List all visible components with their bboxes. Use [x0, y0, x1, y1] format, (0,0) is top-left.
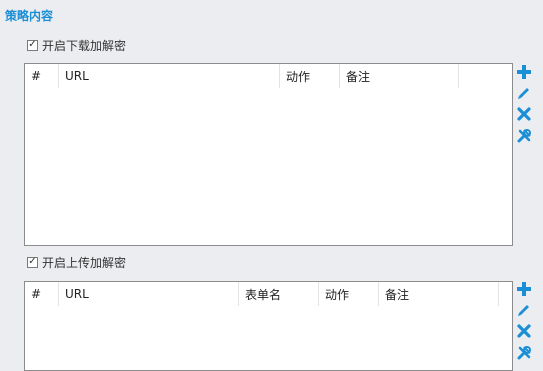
col-spacer — [459, 64, 512, 88]
download-encrypt-label: 开启下载加解密 — [42, 38, 127, 53]
col-form-name[interactable]: 表单名 — [239, 282, 319, 306]
add-icon[interactable] — [516, 64, 532, 80]
upload-encrypt-checkbox-row[interactable]: ✓ 开启上传加解密 — [27, 254, 126, 270]
download-table: # URL 动作 备注 — [24, 63, 513, 246]
col-note[interactable]: 备注 — [340, 64, 459, 88]
col-index[interactable]: # — [25, 282, 59, 306]
col-action[interactable]: 动作 — [280, 64, 340, 88]
col-index[interactable]: # — [25, 64, 59, 88]
col-spacer — [499, 282, 512, 306]
download-encrypt-checkbox[interactable]: ✓ — [27, 39, 38, 51]
settings-icon[interactable] — [516, 127, 532, 143]
download-toolbar — [516, 64, 532, 148]
upload-encrypt-label: 开启上传加解密 — [42, 255, 127, 270]
add-icon[interactable] — [516, 281, 532, 297]
edit-icon[interactable] — [516, 85, 532, 101]
section-title: 策略内容 — [5, 9, 54, 23]
download-encrypt-checkbox-row[interactable]: ✓ 开启下载加解密 — [27, 37, 126, 53]
upload-encrypt-checkbox[interactable]: ✓ — [27, 256, 38, 268]
col-action[interactable]: 动作 — [319, 282, 379, 306]
edit-icon[interactable] — [516, 302, 532, 318]
upload-table-header: # URL 表单名 动作 备注 — [25, 282, 512, 306]
delete-icon[interactable] — [516, 323, 532, 339]
upload-toolbar — [516, 281, 532, 365]
col-note[interactable]: 备注 — [379, 282, 499, 306]
col-url[interactable]: URL — [59, 282, 239, 306]
delete-icon[interactable] — [516, 106, 532, 122]
col-url[interactable]: URL — [59, 64, 280, 88]
download-table-header: # URL 动作 备注 — [25, 64, 512, 88]
